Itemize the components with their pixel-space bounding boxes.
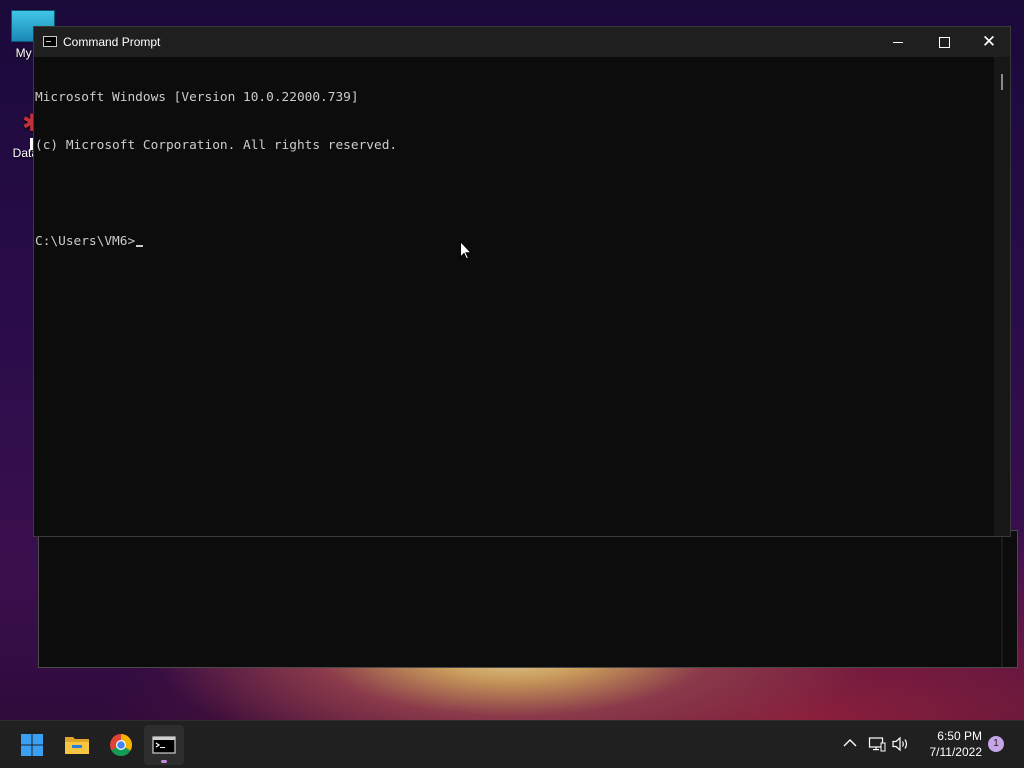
taskbar-clock[interactable]: 6:50 PM 7/11/2022 bbox=[918, 728, 983, 760]
console-prompt: C:\Users\VM6> bbox=[35, 234, 136, 249]
clock-time: 6:50 PM bbox=[937, 729, 982, 743]
scrollbar-thumb[interactable] bbox=[1001, 74, 1003, 90]
cmd-icon bbox=[43, 36, 57, 47]
console-scrollbar[interactable] bbox=[994, 57, 1010, 536]
start-button[interactable] bbox=[12, 725, 52, 765]
volume-button[interactable] bbox=[891, 734, 911, 754]
background-window-scrollbar bbox=[1001, 531, 1003, 667]
mouse-pointer-icon bbox=[460, 241, 472, 260]
volume-icon bbox=[892, 736, 908, 752]
clock-date: 7/11/2022 bbox=[929, 745, 983, 759]
close-icon: ✕ bbox=[981, 31, 997, 52]
windows-start-icon bbox=[21, 734, 43, 756]
window-title: Command Prompt bbox=[63, 35, 161, 49]
running-indicator bbox=[161, 760, 167, 763]
network-button[interactable] bbox=[867, 734, 887, 754]
maximize-button[interactable] bbox=[921, 27, 967, 57]
background-window bbox=[38, 530, 1018, 668]
notification-badge[interactable]: 1 bbox=[988, 736, 1004, 752]
console-line: Microsoft Windows [Version 10.0.22000.73… bbox=[35, 90, 359, 105]
text-cursor bbox=[136, 245, 144, 247]
desktop-background: My Co ✱ ↗ DataW Command Prompt ✕ Microso… bbox=[0, 0, 1024, 768]
chrome-icon bbox=[110, 734, 132, 756]
minimize-button[interactable] bbox=[875, 27, 921, 57]
folder-icon bbox=[65, 737, 89, 754]
chevron-up-icon bbox=[843, 736, 857, 752]
maximize-icon bbox=[938, 36, 950, 48]
show-hidden-icons-button[interactable] bbox=[840, 734, 860, 754]
command-prompt-taskbar-button[interactable] bbox=[144, 725, 184, 765]
chrome-button[interactable] bbox=[101, 725, 141, 765]
close-button[interactable]: ✕ bbox=[966, 27, 1012, 57]
window-titlebar[interactable]: Command Prompt ✕ bbox=[34, 27, 1010, 57]
cmd-icon bbox=[152, 736, 176, 754]
minimize-icon bbox=[893, 41, 903, 43]
console-prompt-line[interactable]: C:\Users\VM6> bbox=[35, 234, 996, 250]
console-line: (c) Microsoft Corporation. All rights re… bbox=[35, 138, 398, 153]
file-explorer-button[interactable] bbox=[57, 725, 97, 765]
command-prompt-window[interactable]: Command Prompt ✕ Microsoft Windows [Vers… bbox=[33, 26, 1011, 537]
console-output[interactable]: Microsoft Windows [Version 10.0.22000.73… bbox=[34, 57, 996, 536]
network-icon bbox=[868, 737, 886, 752]
